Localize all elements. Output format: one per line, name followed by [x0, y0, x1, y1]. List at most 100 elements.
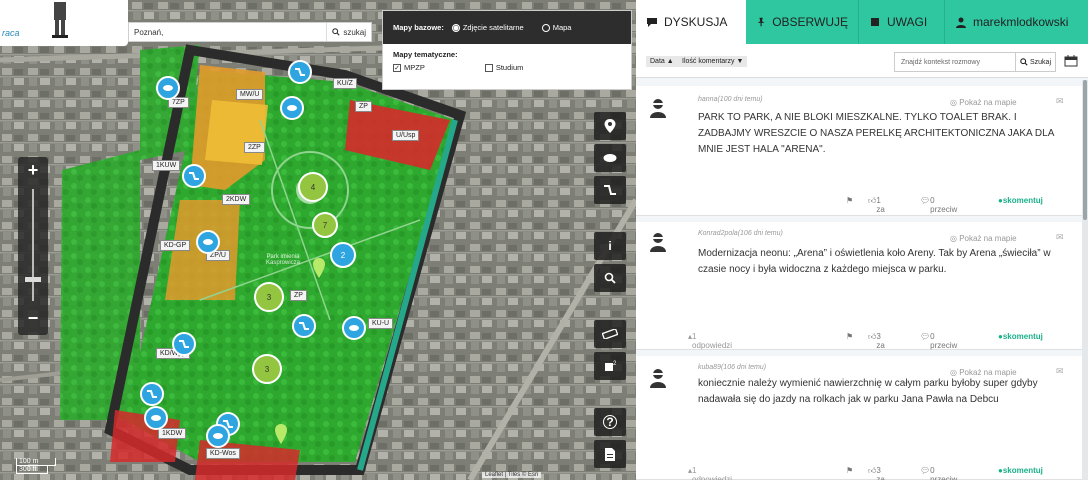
map-search-input[interactable]: Poznań, — [129, 28, 326, 37]
context-search-button-label: Szukaj — [1029, 58, 1051, 66]
zone-label[interactable]: 2ZP — [244, 142, 265, 153]
green-comment-marker[interactable]: 4 — [298, 172, 328, 202]
checkbox-studium[interactable]: Studium — [484, 63, 523, 72]
dislike-button[interactable]: 💬︎ 0 przeciw — [920, 196, 957, 214]
location-pin-icon[interactable] — [594, 112, 626, 140]
reply-label: skomentuj — [1002, 332, 1043, 341]
dislike-count: 0 przeciw — [930, 196, 958, 214]
info-icon[interactable]: i — [594, 232, 626, 260]
reply-button[interactable]: ● skomentuj — [998, 332, 1043, 341]
speech-icon[interactable] — [594, 144, 626, 172]
radio-satellite[interactable]: Zdjęcie satelitarne — [451, 23, 524, 32]
context-search[interactable]: Znajdź kontekst rozmowy Szukaj — [894, 52, 1056, 72]
green-comment-marker[interactable]: 3 — [252, 354, 282, 384]
comment-text: Modernizacja neonu: „Arena” i oświetleni… — [698, 248, 1051, 275]
replies-toggle[interactable]: ▴ 1 odpowiedzi — [688, 466, 732, 480]
sort-by-count-button[interactable]: Ilość komentarzy ▼ — [678, 56, 748, 67]
flag-icon[interactable]: ⚑ — [846, 196, 853, 205]
like-button[interactable]: 👍︎ 3 za — [868, 332, 885, 350]
tab-user-label: marekmlodkowski — [973, 15, 1069, 29]
thematic-maps-label: Mapy tematyczne: — [393, 50, 458, 59]
walk-marker-icon[interactable] — [342, 316, 366, 340]
map-search[interactable]: Poznań, szukaj — [128, 22, 372, 42]
green-pin-icon[interactable] — [274, 424, 288, 444]
dislike-count: 0 przeciw — [930, 466, 958, 480]
comment-text: PARK TO PARK, A NIE BLOKI MIESZKALNE. TY… — [698, 112, 1054, 155]
radio-map[interactable]: Mapa — [541, 23, 571, 32]
zoom-in-button[interactable]: + — [18, 157, 48, 185]
green-comment-marker[interactable]: 3 — [254, 282, 284, 312]
zone-label[interactable]: ZP — [290, 290, 307, 301]
walk-marker-icon[interactable] — [144, 406, 168, 430]
context-search-input[interactable]: Znajdź kontekst rozmowy — [895, 59, 1015, 66]
user-icon — [956, 17, 966, 28]
walk-marker-icon[interactable] — [288, 60, 312, 84]
green-pin-icon[interactable] — [312, 258, 326, 278]
green-comment-marker[interactable]: 7 — [312, 212, 338, 238]
tab-observe[interactable]: OBSERWUJĘ — [746, 0, 858, 44]
tab-user[interactable]: marekmlodkowski — [944, 0, 1088, 44]
show-on-map-link[interactable]: ◎ Pokaż na mapie — [950, 234, 1017, 243]
zone-label[interactable]: KD-Wos — [206, 448, 240, 459]
dislike-button[interactable]: 💬︎ 0 przeciw — [920, 332, 957, 350]
map-search-button-label: szukaj — [343, 27, 366, 37]
tab-notes-label: UWAGI — [887, 15, 928, 29]
reply-button[interactable]: ● skomentuj — [998, 466, 1043, 475]
walk-marker-icon[interactable] — [182, 164, 206, 188]
walk-marker-icon[interactable] — [292, 314, 316, 338]
zoom-out-button[interactable]: − — [18, 305, 48, 333]
map-search-button[interactable]: szukaj — [326, 23, 371, 41]
sort-by-date-button[interactable]: Data ▲ — [646, 56, 678, 67]
tab-notes[interactable]: UWAGI — [858, 0, 944, 44]
walk-marker-icon[interactable] — [140, 382, 164, 406]
road-icon[interactable] — [594, 176, 626, 204]
walk-marker-icon[interactable] — [196, 230, 220, 254]
walk-marker-icon[interactable] — [206, 424, 230, 448]
zone-label[interactable]: KU-U — [368, 318, 394, 329]
zoom-handle[interactable] — [25, 277, 41, 282]
comment-author[interactable]: hanna(100 dni temu) — [698, 96, 763, 103]
ruler-icon[interactable] — [594, 320, 626, 348]
radio-checked-icon — [451, 23, 460, 32]
zone-label[interactable]: KU/Z — [333, 78, 357, 89]
like-button[interactable]: 👍︎ 3 za — [868, 466, 885, 480]
dislike-count: 0 przeciw — [930, 332, 958, 350]
walk-marker-icon[interactable] — [280, 96, 304, 120]
dislike-button[interactable]: 💬︎ 0 przeciw — [920, 466, 957, 480]
zoom-track[interactable] — [32, 189, 34, 301]
zone-label[interactable]: 1KDW — [158, 428, 187, 439]
scrollbar-thumb[interactable] — [1083, 80, 1087, 220]
zone-label[interactable]: U/Usp — [392, 130, 420, 141]
map-attribution[interactable]: Leaflet | Tiles © Esri — [482, 472, 542, 478]
document-icon[interactable] — [594, 440, 626, 468]
zone-label[interactable]: 1KUW — [152, 160, 181, 171]
show-on-map-label: Pokaż na mapie — [959, 98, 1017, 107]
flag-icon[interactable]: ⚑ — [846, 466, 853, 475]
replies-toggle[interactable]: ▴ 1 odpowiedzi — [688, 332, 732, 350]
zone-label[interactable]: MW/U — [236, 89, 264, 100]
walk-marker-icon[interactable] — [156, 76, 180, 100]
mail-icon[interactable]: ✉ — [1056, 96, 1064, 107]
flag-icon[interactable]: ⚑ — [846, 332, 853, 341]
tab-discussion[interactable]: DYSKUSJA — [636, 0, 746, 44]
mail-icon[interactable]: ✉ — [1056, 232, 1064, 243]
logo[interactable]: raca — [0, 0, 128, 46]
search-zoom-icon[interactable] — [594, 264, 626, 292]
panel-scrollbar[interactable] — [1082, 80, 1088, 480]
comment-author[interactable]: kuba89(106 dni temu) — [698, 364, 766, 371]
zone-label[interactable]: 2KDW — [222, 194, 251, 205]
context-search-button[interactable]: Szukaj — [1014, 53, 1055, 71]
checkbox-mpzp[interactable]: ✓ MPZP — [393, 63, 425, 72]
map-view[interactable]: raca Poznań, szukaj Mapy bazowe: Zdjęcie… — [0, 0, 636, 480]
walk-marker-icon[interactable] — [172, 332, 196, 356]
blue-cluster-marker[interactable]: 2 — [330, 242, 356, 268]
reply-button[interactable]: ● skomentuj — [998, 196, 1043, 205]
calendar-icon[interactable] — [1064, 55, 1078, 67]
help-icon[interactable]: ? — [594, 408, 626, 436]
zone-label[interactable]: KD-GP — [160, 240, 191, 251]
show-on-map-link[interactable]: ◎ Pokaż na mapie — [950, 98, 1017, 107]
comment-author[interactable]: Konrad2pola(106 dni temu) — [698, 230, 783, 237]
area-icon[interactable]: 2 — [594, 352, 626, 380]
like-button[interactable]: 👍︎ 1 za — [868, 196, 885, 214]
zone-label[interactable]: ZP — [355, 101, 372, 112]
